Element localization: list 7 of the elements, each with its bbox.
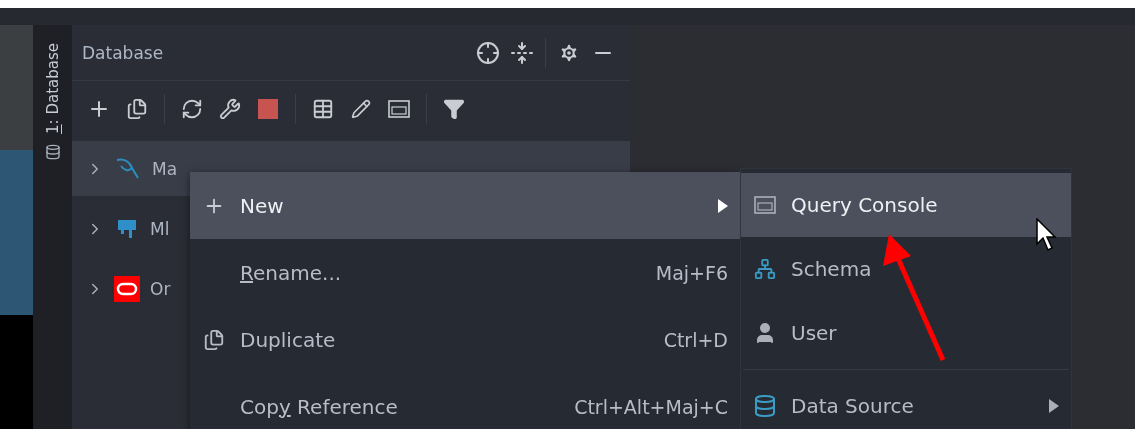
shortcut-text: Maj+F6 <box>655 261 728 284</box>
tree-label: Or <box>150 278 171 299</box>
shortcut-text: Ctrl+Alt+Maj+C <box>574 395 728 418</box>
panel-title: Database <box>82 42 165 63</box>
tree-label: Ml <box>150 218 170 239</box>
shortcut-text: Ctrl+D <box>663 328 728 351</box>
tree-label: Ma <box>152 158 178 179</box>
